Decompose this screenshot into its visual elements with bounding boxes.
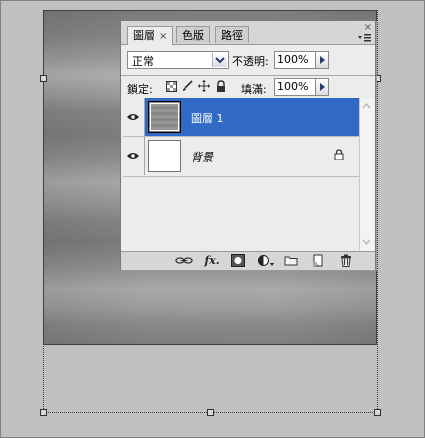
divider <box>121 75 375 76</box>
blend-mode-value: 正常 <box>132 55 154 68</box>
scroll-down-icon[interactable] <box>360 236 373 248</box>
transform-handle-bottom-left[interactable] <box>40 409 47 416</box>
fill-slider-button[interactable] <box>315 78 329 96</box>
tab-channels-label: 色版 <box>182 29 204 42</box>
tab-layers-label: 圖層 <box>133 29 155 42</box>
opacity-label: 不透明: <box>232 55 269 68</box>
panel-close-icon[interactable]: × <box>364 22 372 33</box>
new-layer-icon[interactable] <box>311 254 325 267</box>
opacity-input[interactable]: 100% <box>274 51 316 69</box>
layer-divider <box>123 176 359 177</box>
transform-handle-middle-left[interactable] <box>40 75 47 82</box>
tab-close-icon[interactable]: × <box>159 31 167 42</box>
panel-tab-bar: 圖層 × 色版 路徑 × <box>121 21 375 45</box>
layer-row-background[interactable]: 背景 <box>123 137 359 175</box>
transform-handle-bottom-right[interactable] <box>374 409 381 416</box>
visibility-toggle[interactable] <box>123 98 145 136</box>
adjustment-icon[interactable] <box>257 254 275 267</box>
transform-box-left-edge <box>43 10 44 413</box>
opacity-slider-button[interactable] <box>315 51 329 69</box>
eye-icon <box>127 111 139 120</box>
group-folder-icon[interactable] <box>284 254 298 267</box>
layer-name[interactable]: 圖層 1 <box>191 110 224 126</box>
transform-box-right-edge <box>377 10 378 413</box>
layer-name[interactable]: 背景 <box>191 149 213 165</box>
fx-icon[interactable]: fx. <box>204 254 220 267</box>
lock-move-icon[interactable] <box>198 80 210 92</box>
lock-icon <box>334 149 344 161</box>
lock-paint-brush-icon[interactable] <box>182 80 193 92</box>
lock-label: 鎖定: <box>127 83 153 96</box>
eye-icon <box>127 150 139 159</box>
layer-row-layer-1[interactable]: 圖層 1 <box>123 98 359 136</box>
lock-all-icon[interactable] <box>216 80 226 92</box>
layers-list: 圖層 1 背景 <box>123 98 359 248</box>
panel-menu-icon[interactable] <box>358 33 372 43</box>
trash-icon[interactable] <box>339 254 353 267</box>
tab-paths-label: 路徑 <box>221 29 243 42</box>
layers-bottom-toolbar: fx. <box>121 251 375 270</box>
transform-box-top-edge <box>43 10 377 11</box>
mask-icon[interactable] <box>231 254 245 267</box>
link-icon[interactable] <box>175 254 193 267</box>
tab-paths[interactable]: 路徑 <box>215 26 249 43</box>
visibility-toggle[interactable] <box>123 137 145 175</box>
lock-transparent-icon[interactable] <box>166 81 177 92</box>
layer-thumbnail <box>148 101 181 133</box>
layers-panel: 圖層 × 色版 路徑 × 正常 不透明: 100% 鎖定: 填滿: 100% 圖… <box>120 20 376 270</box>
transform-handle-bottom-center[interactable] <box>207 409 214 416</box>
chevron-down-icon <box>212 53 227 67</box>
tab-channels[interactable]: 色版 <box>176 26 210 43</box>
fill-label: 填滿: <box>241 83 267 96</box>
layer-thumbnail <box>148 140 181 172</box>
blend-mode-select[interactable]: 正常 <box>127 51 229 69</box>
fill-input[interactable]: 100% <box>274 78 316 96</box>
layers-scrollbar[interactable] <box>359 98 374 251</box>
tab-layers[interactable]: 圖層 × <box>127 26 174 45</box>
scroll-up-icon[interactable] <box>360 100 373 112</box>
